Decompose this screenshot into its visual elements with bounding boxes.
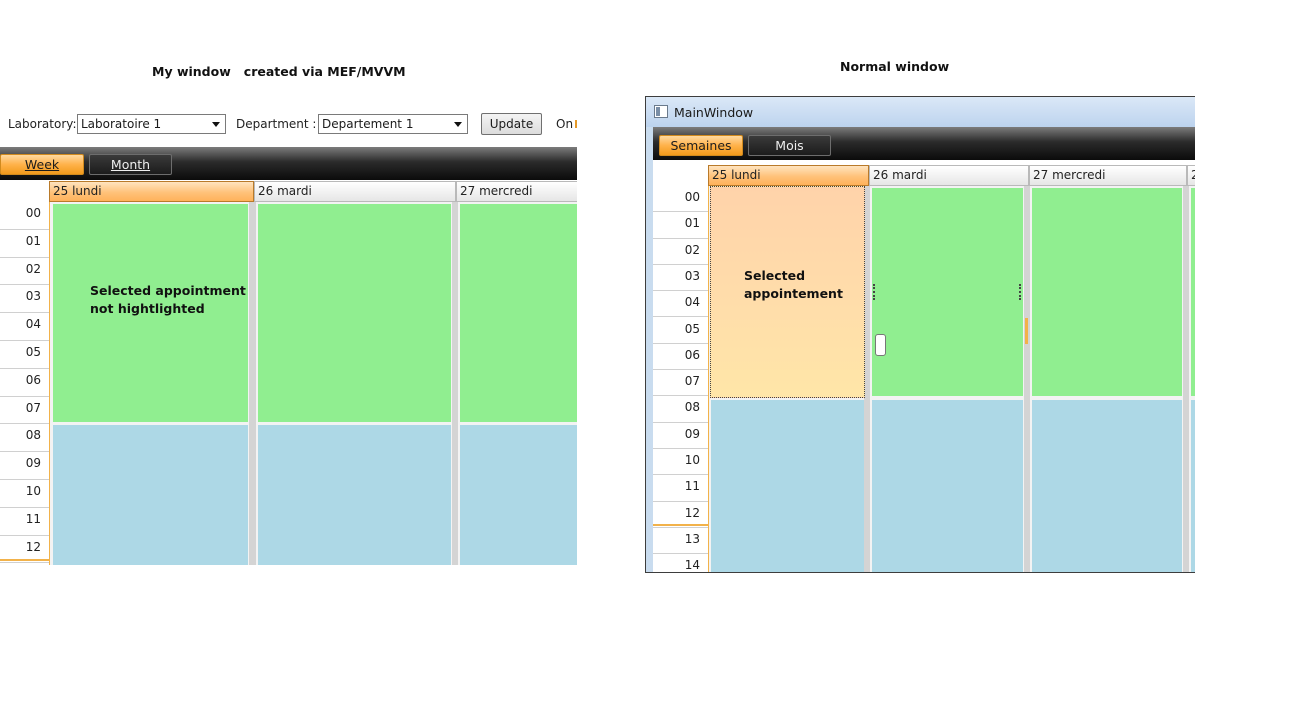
hour-label: 08	[653, 396, 708, 423]
appointment-block[interactable]	[872, 400, 1023, 572]
left-annotation: Selected appointment not hightlighted	[90, 283, 246, 316]
laboratory-value: Laboratoire 1	[81, 117, 162, 131]
hour-label: 00	[0, 202, 49, 230]
day-header[interactable]: 26 mardi	[254, 181, 456, 202]
main-window: MainWindow Semaines Mois 25 lundi 26 mar…	[645, 96, 1195, 573]
drag-thumb-handle[interactable]	[875, 334, 886, 356]
appointment-block[interactable]	[1032, 188, 1182, 396]
day-header-selected[interactable]: 25 lundi	[49, 181, 254, 202]
tab-month-label: Month	[110, 157, 151, 172]
laboratory-label: Laboratory:	[8, 117, 77, 131]
hours-column: 00 01 02 03 04 05 06 07 08 09 10 11 12	[0, 202, 49, 565]
hour-label: 02	[0, 258, 49, 286]
view-tab-bar	[0, 147, 577, 180]
hour-label: 04	[0, 313, 49, 341]
hour-label: 13	[653, 528, 708, 555]
department-combobox[interactable]: Departement 1	[318, 114, 468, 134]
day-header[interactable]: 27 mercredi	[1029, 165, 1187, 186]
appointment-block[interactable]	[1032, 400, 1182, 572]
day-header-selected[interactable]: 25 lundi	[708, 165, 869, 186]
hour-label: 02	[653, 239, 708, 265]
hour-label: 11	[653, 475, 708, 502]
dropdown-arrow-icon	[212, 122, 220, 127]
right-heading: Normal window	[840, 59, 950, 74]
current-time-marker	[653, 524, 708, 526]
left-heading: My window created via MEF/MVVM	[152, 64, 406, 79]
hour-label: 00	[653, 186, 708, 213]
selection-marker	[1025, 318, 1028, 344]
right-annotation: Selected appointement	[744, 268, 843, 301]
hour-label: 03	[653, 265, 708, 292]
resize-grip-handle[interactable]	[873, 284, 878, 300]
hour-label: 05	[653, 318, 708, 344]
column-separator	[1183, 186, 1189, 572]
tab-mois[interactable]: Mois	[748, 135, 831, 156]
window-title: MainWindow	[674, 105, 754, 120]
appointment-block[interactable]	[711, 400, 864, 572]
hour-label: 04	[653, 291, 708, 318]
appointment-block[interactable]	[872, 188, 1023, 396]
column-separator	[1024, 186, 1030, 572]
appointment-block[interactable]	[1191, 188, 1195, 396]
cut-off-control	[575, 120, 577, 128]
current-time-marker	[0, 559, 49, 561]
hour-label: 10	[653, 449, 708, 476]
hour-label: 11	[0, 508, 49, 536]
day-header[interactable]: 2	[1187, 165, 1195, 186]
hour-label: 14	[653, 554, 708, 572]
department-value: Departement 1	[322, 117, 414, 131]
window-frame	[646, 127, 653, 572]
hour-label: 10	[0, 480, 49, 508]
appointment-block[interactable]	[1191, 400, 1195, 572]
hour-label: 06	[0, 369, 49, 397]
hour-label: 07	[0, 397, 49, 425]
left-calendar-panel: Laboratory: Laboratoire 1 Department : D…	[0, 108, 577, 565]
hours-column: 00 01 02 03 04 05 06 07 08 09 10 11 12 13 14	[653, 186, 708, 572]
appointment-block[interactable]	[258, 204, 451, 422]
tab-semaines[interactable]: Semaines	[659, 135, 743, 156]
tab-month[interactable]: Month	[89, 154, 172, 175]
column-separator	[249, 202, 256, 565]
appointment-block[interactable]	[258, 425, 451, 565]
tab-week[interactable]: Week	[0, 154, 84, 175]
hour-label: 09	[0, 452, 49, 480]
hour-label: 01	[653, 212, 708, 239]
appointment-block[interactable]	[460, 204, 577, 422]
department-label: Department :	[236, 117, 317, 131]
hour-label: 09	[653, 423, 708, 449]
day-header[interactable]: 27 mercredi	[456, 181, 577, 202]
day-header[interactable]: 26 mardi	[869, 165, 1029, 186]
update-button[interactable]: Update	[481, 113, 542, 135]
hour-label: 05	[0, 341, 49, 369]
on-label: On	[556, 117, 574, 131]
hour-label: 07	[653, 370, 708, 397]
hour-label: 01	[0, 230, 49, 258]
dropdown-arrow-icon	[454, 122, 462, 127]
window-app-icon	[654, 105, 668, 118]
hour-label: 03	[0, 285, 49, 314]
hour-label: 06	[653, 344, 708, 371]
column-separator	[452, 202, 458, 565]
appointment-block[interactable]	[53, 425, 248, 565]
laboratory-combobox[interactable]: Laboratoire 1	[77, 114, 226, 134]
tab-week-label: Week	[24, 157, 60, 172]
hour-label: 08	[0, 424, 49, 453]
resize-grip-handle[interactable]	[1019, 284, 1024, 300]
appointment-block[interactable]	[460, 425, 577, 565]
